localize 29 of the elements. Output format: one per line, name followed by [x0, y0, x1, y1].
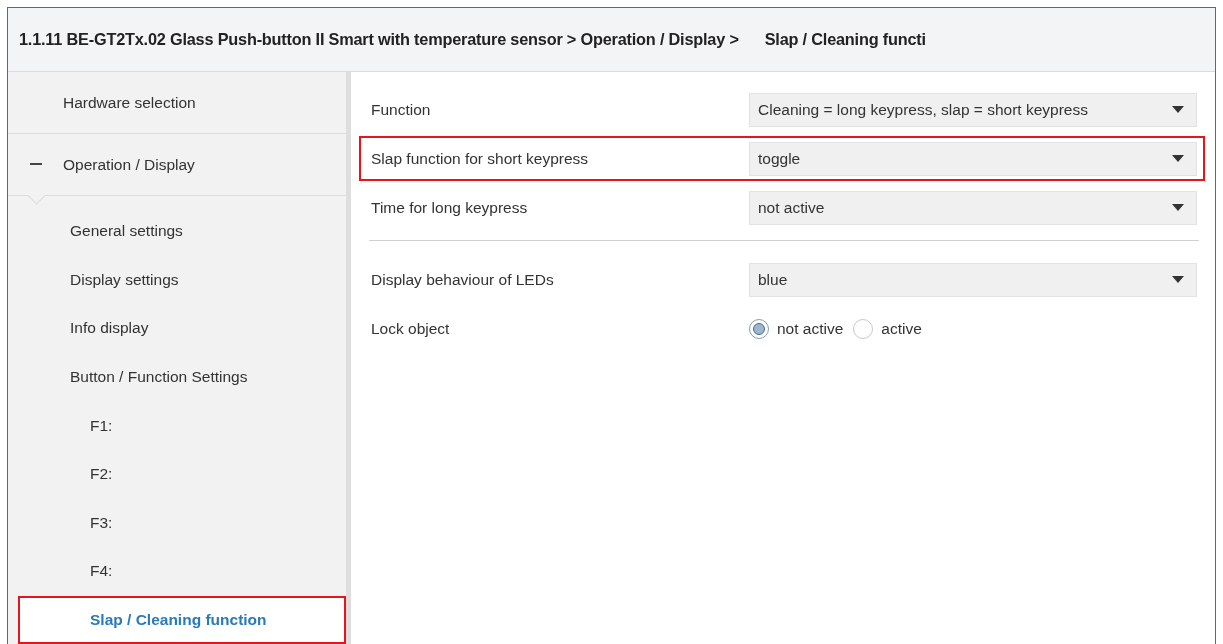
sidebar-item[interactable]: F2:	[8, 449, 346, 499]
caret-icon	[1172, 204, 1184, 211]
parameter-label: Lock object	[371, 319, 451, 338]
sidebar-item[interactable]: Hardware selection	[8, 72, 346, 134]
sidebar-item[interactable]: F4:	[8, 547, 346, 596]
parameter-label: Slap function for short keypress	[371, 149, 590, 168]
dropdown[interactable]: toggle	[749, 141, 1197, 176]
parameter-label: Function	[371, 100, 432, 119]
sidebar-item[interactable]: Button / Function Settings	[8, 352, 346, 402]
breadcrumb-current: Slap / Cleaning functi	[764, 30, 926, 49]
sidebar-item[interactable]: F1:	[8, 401, 346, 450]
breadcrumb-path: 1.1.11 BE-GT2Tx.02 Glass Push-button II Smart with temperature sensor > Operation / Display >	[19, 30, 739, 49]
caret-icon	[1172, 106, 1184, 113]
radio-button[interactable]	[749, 318, 769, 339]
dropdown[interactable]: blue	[749, 262, 1197, 297]
radio-option[interactable]: active	[853, 318, 922, 339]
caret-icon	[1172, 276, 1184, 283]
parameter-label: Display behaviour of LEDs	[371, 270, 555, 289]
dropdown[interactable]: not active	[749, 190, 1197, 225]
sidebar-item[interactable]: Slap / Cleaning function	[18, 595, 346, 644]
sidebar-item[interactable]: General settings	[8, 207, 346, 256]
sidebar-item[interactable]: Info display	[8, 304, 346, 353]
caret-icon	[1172, 155, 1184, 162]
radio-option[interactable]: not active	[749, 318, 844, 339]
dropdown[interactable]: Cleaning = long keypress, slap = short keypress	[749, 92, 1197, 127]
sidebar-item[interactable]: Display settings	[8, 255, 346, 305]
sidebar-item[interactable]: F3:	[8, 498, 346, 548]
radio-button[interactable]	[853, 318, 874, 339]
parameter-label: Time for long keypress	[371, 198, 529, 217]
